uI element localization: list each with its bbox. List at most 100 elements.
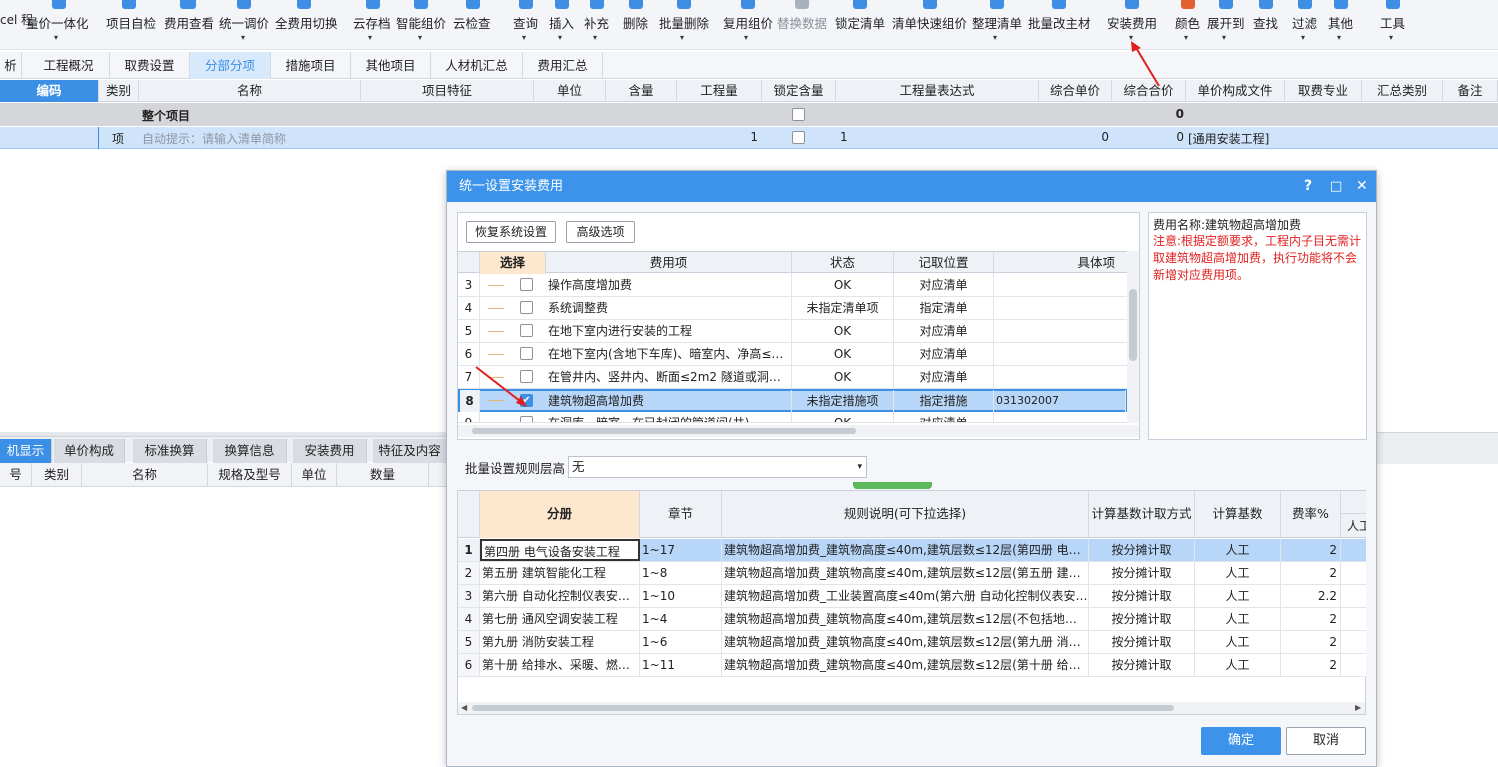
rule-rate[interactable]: 2: [1281, 539, 1341, 561]
col-labor[interactable]: 人工: [1341, 514, 1366, 538]
col-base-method[interactable]: 计算基数计取方式: [1089, 491, 1195, 538]
toolbar-tools-button[interactable]: 工具 ▾: [1379, 0, 1407, 50]
item-name-input[interactable]: 自动提示：请输入清单简称: [142, 130, 286, 147]
rule-chapter[interactable]: 1~6: [640, 631, 722, 653]
toolbar-query-button[interactable]: 查询 ▾: [512, 0, 540, 50]
fee-position[interactable]: 对应清单: [894, 274, 994, 296]
batch-height-select[interactable]: 无 ▾: [568, 456, 867, 478]
fee-row[interactable]: 3 操作高度增加费 OK 对应清单: [458, 274, 1128, 297]
rule-book[interactable]: 第九册 消防安装工程: [480, 631, 640, 653]
item-price-file[interactable]: [通用安装工程]: [1188, 130, 1269, 147]
rule-row-selected[interactable]: 1 第四册 电气设备安装工程 1~17 建筑物超高增加费_建筑物高度≤40m,建…: [458, 539, 1366, 562]
toolbar-quick-pricing-button[interactable]: 清单快速组价: [891, 0, 969, 50]
toolbar-find-button[interactable]: 查找: [1252, 0, 1280, 50]
rule-rate[interactable]: 2: [1281, 654, 1341, 676]
col-unit-price[interactable]: 综合单价: [1039, 80, 1112, 102]
scroll-thumb[interactable]: [472, 428, 856, 434]
col-status[interactable]: 状态: [792, 252, 894, 274]
col-amount[interactable]: 数量: [337, 463, 429, 487]
advanced-options-button[interactable]: 高级选项: [566, 221, 635, 243]
rule-row[interactable]: 5 第九册 消防安装工程 1~6 建筑物超高增加费_建筑物高度≤40m,建筑层数…: [458, 631, 1366, 654]
fee-select-checkbox[interactable]: [520, 278, 533, 291]
tab-labor-material[interactable]: 人材机汇总: [431, 52, 523, 79]
col-feature[interactable]: 项目特征: [361, 80, 534, 102]
rule-book[interactable]: 第七册 通风空调安装工程: [480, 608, 640, 630]
toolbar-expand-to-button[interactable]: 展开到 ▾: [1206, 0, 1246, 50]
tab-analysis[interactable]: 析: [0, 52, 22, 79]
col-base[interactable]: 计算基数: [1195, 491, 1281, 538]
scroll-thumb[interactable]: [472, 705, 1174, 711]
tab-fee-summary[interactable]: 费用汇总: [523, 52, 603, 79]
col-quantity[interactable]: 工程量: [677, 80, 762, 102]
tab-standard-conversion[interactable]: 标准换算: [133, 439, 207, 463]
fee-specific-item[interactable]: [994, 297, 1128, 319]
table-row-whole-project[interactable]: 整个项目 0: [0, 103, 1498, 126]
rule-base[interactable]: 人工: [1195, 631, 1281, 653]
fee-position[interactable]: 对应清单: [894, 343, 994, 365]
rule-base-method[interactable]: 按分摊计取: [1089, 562, 1195, 584]
toolbar-lock-list-button[interactable]: 锁定清单: [834, 0, 886, 50]
fee-specific-item[interactable]: 031302007: [994, 390, 1126, 412]
col-type[interactable]: 类别: [32, 463, 82, 487]
scroll-thumb[interactable]: [1129, 289, 1137, 361]
col-specific-item[interactable]: 具体项: [994, 252, 1128, 274]
tab-sub-items[interactable]: 分部分项: [190, 52, 271, 79]
rule-base-method[interactable]: 按分摊计取: [1089, 608, 1195, 630]
maximize-icon[interactable]: □: [1330, 171, 1342, 202]
scroll-left-icon[interactable]: ◀: [461, 703, 467, 712]
rule-row[interactable]: 6 第十册 给排水、采暖、燃… 1~11 建筑物超高增加费_建筑物高度≤40m,…: [458, 654, 1366, 677]
fee-select-checkbox[interactable]: [520, 347, 533, 360]
rule-row[interactable]: 2 第五册 建筑智能化工程 1~8 建筑物超高增加费_建筑物高度≤40m,建筑层…: [458, 562, 1366, 585]
fee-select-checkbox[interactable]: [520, 416, 533, 422]
col-unit[interactable]: 单位: [292, 463, 337, 487]
tab-features[interactable]: 特征及内容: [373, 439, 447, 463]
toolbar-quantity-price-button[interactable]: 量价一体化 ▾: [26, 0, 90, 50]
col-fee-item[interactable]: 费用项: [546, 252, 792, 274]
toolbar-cloud-archive-button[interactable]: 云存档 ▾: [352, 0, 394, 50]
rule-base[interactable]: 人工: [1195, 654, 1281, 676]
fee-select-checkbox[interactable]: [520, 324, 533, 337]
tab-install-fee[interactable]: 安装费用: [293, 439, 367, 463]
tab-overview[interactable]: 工程概况: [28, 52, 110, 79]
toolbar-cloud-check-button[interactable]: 云检查: [452, 0, 494, 50]
rule-row[interactable]: 3 第六册 自动化控制仪表安… 1~10 建筑物超高增加费_工业装置高度≤40m…: [458, 585, 1366, 608]
rule-rate[interactable]: 2: [1281, 608, 1341, 630]
col-name[interactable]: 名称: [139, 80, 361, 102]
fee-position[interactable]: 指定措施: [894, 390, 994, 412]
rule-description[interactable]: 建筑物超高增加费_建筑物高度≤40m,建筑层数≤12层(第四册 电…: [722, 539, 1089, 561]
fee-row[interactable]: 4 系统调整费 未指定清单项 指定清单: [458, 297, 1128, 320]
rule-base-method[interactable]: 按分摊计取: [1089, 539, 1195, 561]
toolbar-unified-price-button[interactable]: 统一调价 ▾: [217, 0, 271, 50]
fee-specific-item[interactable]: [994, 274, 1128, 296]
tab-unit-price-composition[interactable]: 单价构成: [54, 439, 125, 463]
lock-checkbox[interactable]: [792, 108, 805, 121]
fee-horizontal-scrollbar[interactable]: [458, 425, 1139, 437]
toolbar-batch-material-button[interactable]: 批量改主材: [1027, 0, 1091, 50]
rule-base[interactable]: 人工: [1195, 539, 1281, 561]
fee-specific-item[interactable]: [994, 320, 1128, 342]
cancel-button[interactable]: 取消: [1286, 727, 1366, 755]
fee-position[interactable]: 对应清单: [894, 320, 994, 342]
toolbar-color-button[interactable]: 颜色 ▾: [1174, 0, 1202, 50]
toolbar-insert-button[interactable]: 插入 ▾: [548, 0, 576, 50]
help-icon[interactable]: ?: [1304, 171, 1312, 202]
rule-chapter[interactable]: 1~8: [640, 562, 722, 584]
col-remark[interactable]: 备注: [1443, 80, 1498, 102]
fee-row[interactable]: 5 在地下室内进行安装的工程 OK 对应清单: [458, 320, 1128, 343]
rule-chapter[interactable]: 1~10: [640, 585, 722, 607]
rule-chapter[interactable]: 1~17: [640, 539, 722, 561]
toolbar-filter-button[interactable]: 过滤 ▾: [1291, 0, 1319, 50]
toolbar-supplement-button[interactable]: 补充 ▾: [583, 0, 611, 50]
rule-book[interactable]: 第五册 建筑智能化工程: [480, 562, 640, 584]
rule-description[interactable]: 建筑物超高增加费_工业装置高度≤40m(第六册 自动化控制仪表安…: [722, 585, 1089, 607]
toolbar-delete-button[interactable]: 删除: [622, 0, 650, 50]
toolbar-organize-list-button[interactable]: 整理清单 ▾: [971, 0, 1023, 50]
rule-horizontal-scrollbar[interactable]: ◀ ▶: [458, 702, 1365, 714]
rule-row[interactable]: 4 第七册 通风空调安装工程 1~4 建筑物超高增加费_建筑物高度≤40m,建筑…: [458, 608, 1366, 631]
rule-rate[interactable]: 2: [1281, 562, 1341, 584]
col-spec[interactable]: 规格及型号: [208, 463, 292, 487]
col-chapter[interactable]: 章节: [640, 491, 722, 538]
rule-base-method[interactable]: 按分摊计取: [1089, 654, 1195, 676]
rule-base-method[interactable]: 按分摊计取: [1089, 585, 1195, 607]
col-content[interactable]: 含量: [606, 80, 677, 102]
